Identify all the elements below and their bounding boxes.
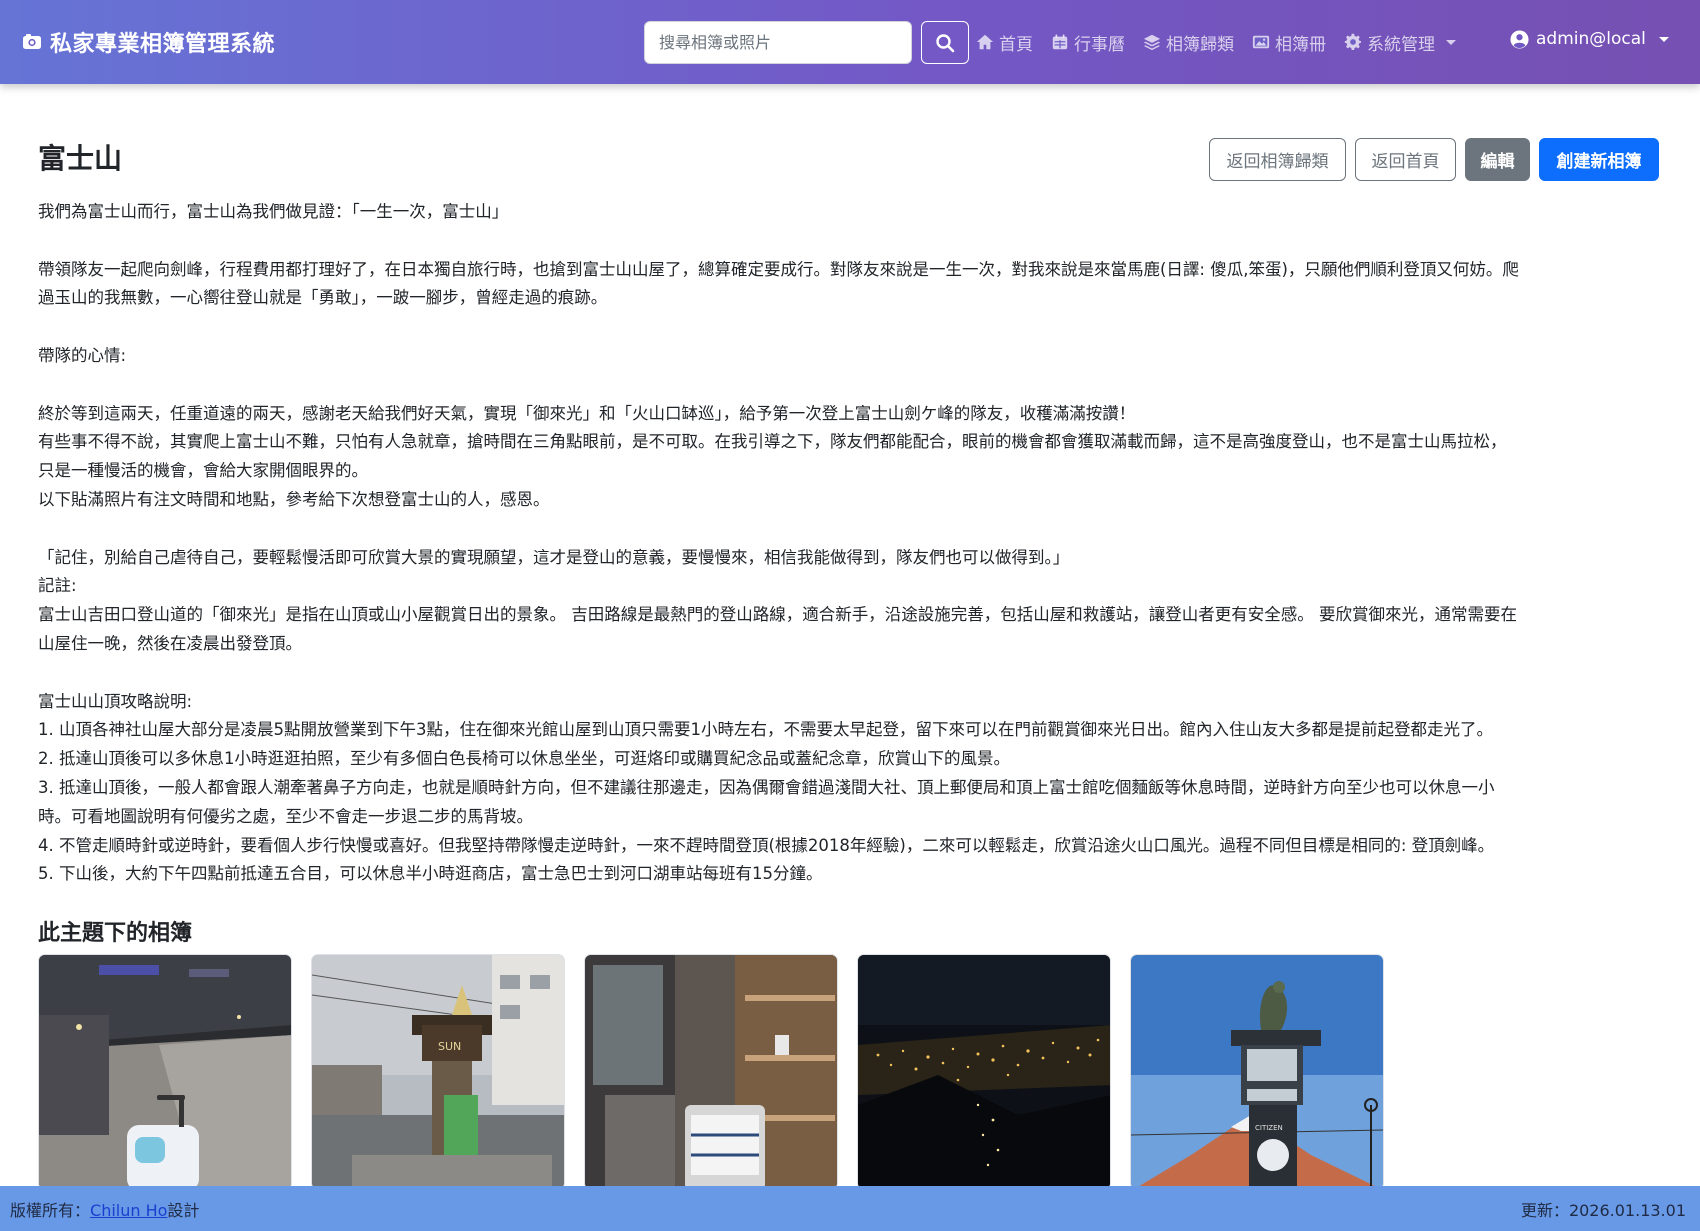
brand-title: 私家專業相簿管理系統 bbox=[50, 32, 276, 57]
nav-label: 相簿歸類 bbox=[1166, 34, 1234, 55]
images-icon bbox=[1252, 35, 1270, 49]
album-thumbnail[interactable]: SUN bbox=[311, 954, 565, 1190]
album-thumbnail[interactable] bbox=[857, 954, 1111, 1190]
album-cover-image: CITIZEN bbox=[1131, 955, 1383, 1189]
nav-label: 相簿冊 bbox=[1275, 34, 1326, 55]
layers-icon bbox=[1143, 34, 1161, 51]
description-line: 5. 下山後，大約下午四點前抵達五合目，可以休息半小時逛商店，富士急巴士到河口湖… bbox=[38, 864, 823, 884]
user-menu[interactable]: admin@local bbox=[1510, 29, 1669, 49]
create-album-button[interactable]: 創建新相簿 bbox=[1539, 138, 1659, 181]
back-to-category-button[interactable]: 返回相簿歸類 bbox=[1209, 138, 1346, 181]
user-name: admin@local bbox=[1536, 29, 1646, 49]
album-cover-image: SUN bbox=[312, 955, 564, 1189]
album-cover-image bbox=[39, 955, 291, 1189]
home-icon bbox=[976, 34, 994, 50]
description-line: 富士山吉田口登山道的「御來光」是指在山頂或山小屋觀賞日出的景象。 吉田路線是最熱… bbox=[38, 605, 1517, 625]
description-line: 我們為富士山而行，富士山為我們做見證：「一生一次，富士山」 bbox=[38, 202, 509, 221]
page-title: 富士山 bbox=[38, 142, 123, 175]
nav-item-calendar[interactable]: 行事曆 bbox=[1051, 30, 1125, 55]
description-line: 以下貼滿照片有注文時間和地點，參考給下次想登富士山的人，感恩。 bbox=[38, 489, 550, 509]
description-line bbox=[38, 515, 1660, 544]
copyright: 版權所有：Chilun Ho設計 bbox=[10, 1197, 199, 1221]
description-line: 山屋住一晚，然後在凌晨出發登頂。 bbox=[38, 633, 302, 653]
description-line: 3. 抵達山頂後，一般人都會跟人潮牽著鼻子方向走，也就是順時針方向，但不建議往那… bbox=[38, 777, 1495, 797]
search-button[interactable] bbox=[921, 21, 969, 64]
nav-item-album-category[interactable]: 相簿歸類 bbox=[1143, 30, 1234, 55]
description-line: 帶隊的心情: bbox=[38, 345, 127, 365]
nav-links: 首頁 行事曆 相簿歸類 相簿冊 系統管理 bbox=[976, 28, 1456, 56]
description-line: 1. 山頂各神社山屋大部分是凌晨5點開放營業到下午3點，住在御來光館山屋到山頂只… bbox=[38, 720, 1493, 740]
author-link[interactable]: Chilun Ho bbox=[90, 1201, 167, 1220]
album-thumbnail[interactable]: CITIZEN bbox=[1130, 954, 1384, 1190]
nav-item-system-admin[interactable]: 系統管理 bbox=[1344, 30, 1456, 55]
top-navbar: 私家專業相簿管理系統 首頁 行事曆 bbox=[0, 0, 1700, 84]
description-line: 時。可看地圖說明有何優劣之處，至少不會走一步退二步的馬背坡。 bbox=[38, 806, 533, 826]
album-cover-image bbox=[585, 955, 837, 1189]
description-line: 2. 抵達山頂後可以多休息1小時逛逛拍照，至少有多個白色長椅可以休息坐坐，可逛烙… bbox=[38, 749, 1010, 769]
album-thumbnail[interactable] bbox=[38, 954, 292, 1190]
clock-brand-text: CITIZEN bbox=[1255, 1124, 1283, 1132]
description-line: 帶領隊友一起爬向劍峰，行程費用都打理好了，在日本獨自旅行時，也搶到富士山山屋了，… bbox=[38, 259, 1519, 279]
edit-button[interactable]: 編輯 bbox=[1465, 138, 1530, 181]
description-line: 記註: bbox=[38, 576, 77, 596]
chevron-down-icon bbox=[1446, 39, 1456, 45]
nav-item-home[interactable]: 首頁 bbox=[976, 30, 1033, 55]
description-line bbox=[38, 371, 1660, 400]
chevron-down-icon bbox=[1658, 36, 1669, 42]
album-description: 我們為富士山而行，富士山為我們做見證：「一生一次，富士山」 帶領隊友一起爬向劍峰… bbox=[38, 198, 1660, 889]
description-line: 「記住，別給自己虐待自己，要輕鬆慢活即可欣賞大景的實現願望，這才是登山的意義，要… bbox=[38, 547, 1070, 567]
description-line bbox=[38, 659, 1660, 688]
nav-label: 首頁 bbox=[999, 34, 1033, 55]
description-line: 4. 不管走順時針或逆時針，要看個人步行快慢或喜好。但我堅持帶隊慢走逆時針，一來… bbox=[38, 835, 1495, 855]
footer: 版權所有：Chilun Ho設計 更新：2026.01.13.01 bbox=[0, 1186, 1700, 1231]
gear-icon bbox=[1344, 33, 1362, 51]
description-line bbox=[38, 313, 1660, 342]
description-line: 過玉山的我無數，一心嚮往登山就是「勇敢」，一跛一腳步，曾經走過的痕跡。 bbox=[38, 288, 608, 308]
description-line: 只是一種慢活的機會，會給大家開個眼界的。 bbox=[38, 461, 368, 481]
albums-section-title: 此主題下的相簿 bbox=[38, 921, 193, 946]
back-to-home-button[interactable]: 返回首頁 bbox=[1355, 138, 1456, 181]
description-line: 富士山山頂攻略說明: bbox=[38, 691, 193, 711]
description-line: 有些事不得不說，其實爬上富士山不難，只怕有人急就章，搶時間在三角點眼前，是不可取… bbox=[38, 432, 1507, 452]
camera-icon bbox=[23, 34, 41, 49]
description-line: 終於等到這兩天，任重道遠的兩天，感謝老天給我們好天氣，實現「御來光」和「火山口缽… bbox=[38, 403, 1136, 423]
user-circle-icon bbox=[1510, 29, 1529, 49]
album-thumbnail[interactable] bbox=[584, 954, 838, 1190]
nav-item-albums[interactable]: 相簿冊 bbox=[1252, 30, 1326, 55]
copyright-prefix: 版權所有： bbox=[10, 1200, 91, 1220]
nav-label: 系統管理 bbox=[1367, 34, 1435, 55]
sign-text: SUN bbox=[438, 1040, 461, 1053]
album-cover-image bbox=[858, 955, 1110, 1189]
search-input[interactable] bbox=[644, 21, 912, 64]
description-line bbox=[38, 227, 1660, 256]
update-version: 更新：2026.01.13.01 bbox=[1520, 1200, 1686, 1220]
brand[interactable]: 私家專業相簿管理系統 bbox=[22, 26, 275, 58]
nav-label: 行事曆 bbox=[1074, 34, 1125, 55]
calendar-icon bbox=[1052, 34, 1068, 50]
search-icon bbox=[936, 33, 955, 52]
copyright-suffix: 設計 bbox=[167, 1200, 200, 1220]
